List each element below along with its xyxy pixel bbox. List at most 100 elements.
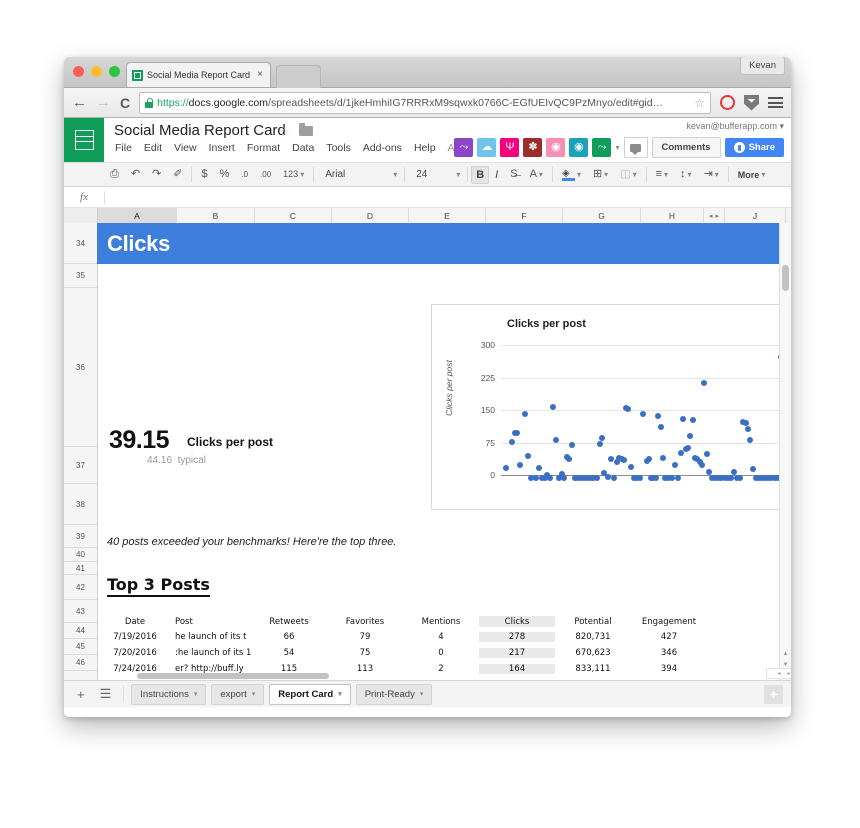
font-size-select[interactable]: 24 ▾	[408, 166, 464, 183]
menu-edit[interactable]: Edit	[144, 142, 162, 154]
explore-button[interactable]	[764, 685, 783, 704]
table-cell[interactable]: 7/19/2016	[97, 632, 173, 642]
row-header-43[interactable]: 43	[64, 600, 97, 623]
addon-pink-icon[interactable]: ◉	[546, 138, 566, 157]
menu-insert[interactable]: Insert	[209, 142, 235, 154]
sheet-tab-report-card[interactable]: Report Card ▾	[269, 683, 351, 705]
row-header-36[interactable]: 36	[64, 288, 97, 447]
borders-button[interactable]: ⊞ ▾	[587, 166, 614, 183]
font-family-select[interactable]: Arial ▾	[317, 166, 401, 183]
row-header-34[interactable]: 34	[64, 223, 97, 264]
addon-lightblue-icon[interactable]: ☁	[477, 138, 497, 157]
table-header-cell[interactable]: Potential	[555, 616, 631, 627]
table-cell[interactable]: 427	[631, 632, 707, 642]
row-header-46[interactable]: 46	[64, 655, 97, 671]
new-tab-button[interactable]	[276, 65, 321, 88]
addon-teal-icon[interactable]: ◉	[569, 138, 589, 157]
print-button[interactable]: ⎙	[104, 166, 125, 183]
comments-button[interactable]: Comments	[651, 137, 721, 158]
browser-tab[interactable]: Social Media Report Card ×	[126, 62, 271, 87]
menu-data[interactable]: Data	[292, 142, 314, 154]
table-cell[interactable]: 820,731	[555, 632, 631, 642]
table-cell[interactable]: 670,623	[555, 648, 631, 658]
text-color-button[interactable]: A ▾	[524, 166, 549, 183]
vertical-scroll-thumb[interactable]	[782, 265, 789, 291]
column-header-e[interactable]: E	[409, 208, 486, 223]
column-header-c[interactable]: C	[255, 208, 332, 223]
horizontal-scroll-thumb[interactable]	[137, 673, 329, 679]
column-header-a[interactable]: A	[98, 208, 177, 223]
column-header-j[interactable]: J	[725, 208, 786, 223]
table-row[interactable]: 7/20/2016:he launch of its 1 54 75 0 217 670,…	[97, 645, 791, 661]
sheets-logo-icon[interactable]	[64, 118, 104, 162]
table-cell[interactable]: 7/20/2016	[97, 648, 173, 658]
all-sheets-button[interactable]: ☰	[95, 686, 117, 702]
table-header-cell[interactable]: Clicks	[479, 615, 555, 627]
table-cell[interactable]: 4	[403, 632, 479, 642]
addon-green-icon[interactable]: ⤳	[592, 138, 612, 157]
row-header-37[interactable]: 37	[64, 447, 97, 484]
close-tab-icon[interactable]: ×	[255, 70, 265, 80]
column-header-h[interactable]: H	[641, 208, 704, 223]
row-header-39[interactable]: 39	[64, 525, 97, 548]
table-header-cell[interactable]: Mentions	[403, 616, 479, 627]
table-cell[interactable]: 278	[479, 632, 555, 642]
row-header-40[interactable]: 40	[64, 548, 97, 562]
addon-purple-icon[interactable]: ⤳	[454, 138, 474, 157]
horizontal-scrollbar[interactable]	[97, 672, 780, 680]
chart-object[interactable]: Clicks per post Clicks per post 0 75 150 22…	[431, 304, 791, 510]
comment-icon-button[interactable]	[623, 137, 648, 158]
sheet-tab-export[interactable]: export ▾	[211, 683, 265, 705]
column-header-b[interactable]: B	[177, 208, 255, 223]
hamburger-menu-icon[interactable]	[768, 95, 783, 111]
decrease-decimal-button[interactable]: .0	[235, 166, 254, 183]
redo-button[interactable]: ↷	[146, 166, 167, 183]
forward-icon[interactable]: →	[96, 95, 111, 110]
table-row[interactable]: 7/19/2016 he launch of its t 66 79 4 278 820,7…	[97, 629, 791, 645]
table-cell[interactable]: :he launch of its 1	[173, 648, 251, 658]
table-cell[interactable]: 346	[631, 648, 707, 658]
vertical-align-button[interactable]: ↕ ▾	[674, 166, 698, 183]
number-format-button[interactable]: 123 ▾	[277, 166, 310, 183]
percent-format-button[interactable]: %	[214, 166, 236, 183]
bookmark-star-icon[interactable]: ☆	[694, 96, 705, 110]
row-header-45[interactable]: 45	[64, 639, 97, 655]
menu-format[interactable]: Format	[247, 142, 280, 154]
table-header-cell[interactable]: Retweets	[251, 616, 327, 627]
undo-button[interactable]: ↶	[125, 166, 146, 183]
table-cell[interactable]: 75	[327, 648, 403, 658]
row-header-42[interactable]: 42	[64, 575, 97, 600]
addon-darkred-icon[interactable]: ✽	[523, 138, 543, 157]
row-header-35[interactable]: 35	[64, 264, 97, 288]
strikethrough-button[interactable]: S̶	[504, 166, 523, 183]
table-cell[interactable]: 54	[251, 648, 327, 658]
currency-format-button[interactable]: $	[195, 166, 213, 183]
maximize-window-button[interactable]	[109, 66, 120, 77]
bold-button[interactable]: B	[471, 165, 490, 184]
sheet-tab-print-ready[interactable]: Print-Ready ▾	[355, 683, 433, 705]
sheet-tab-instructions[interactable]: Instructions ▾	[131, 683, 207, 705]
table-header-cell[interactable]: Post	[173, 616, 251, 627]
table-header-cell[interactable]: Engagement	[631, 616, 707, 627]
select-all-corner[interactable]	[64, 208, 98, 223]
table-cell[interactable]: 79	[327, 632, 403, 642]
addons-overflow-caret-icon[interactable]: ▾	[615, 143, 619, 152]
table-header-cell[interactable]: Date	[97, 616, 173, 627]
account-email[interactable]: kevan@bufferapp.com ▾	[686, 121, 784, 132]
row-header-38[interactable]: 38	[64, 484, 97, 525]
collapsed-column-toggle[interactable]: ◂ ▸	[704, 208, 725, 223]
table-cell[interactable]: he launch of its t	[173, 632, 251, 642]
star-document-icon[interactable]: ☆	[279, 125, 290, 139]
reload-icon[interactable]: C	[120, 96, 130, 110]
document-title[interactable]: Social Media Report Card	[114, 122, 286, 139]
minimize-window-button[interactable]	[91, 66, 102, 77]
shield-extension-icon[interactable]	[744, 94, 759, 111]
column-header-f[interactable]: F	[486, 208, 563, 223]
move-to-folder-icon[interactable]	[299, 123, 313, 136]
menu-view[interactable]: View	[174, 142, 197, 154]
addon-magenta-icon[interactable]: Ψ	[500, 138, 520, 157]
menu-addons[interactable]: Add-ons	[363, 142, 402, 154]
menu-help[interactable]: Help	[414, 142, 436, 154]
row-header-44[interactable]: 44	[64, 623, 97, 639]
horizontal-align-button[interactable]: ≡ ▾	[650, 166, 674, 183]
